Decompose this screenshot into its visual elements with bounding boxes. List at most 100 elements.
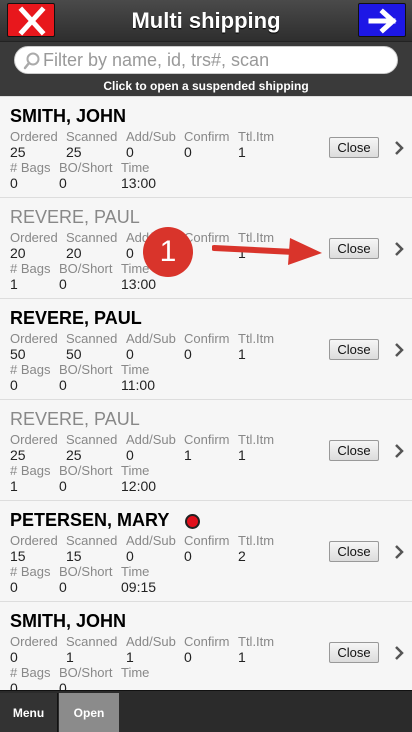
search-icon [23,52,40,70]
time-label: Time [121,362,150,377]
ttlitm-label: Ttl.Itm [238,533,275,548]
subtitle-hint: Click to open a suspended shipping [0,78,412,96]
addsub-value: 0 [126,144,134,160]
confirm-value: 0 [184,346,192,362]
bags-label: # Bags [10,665,51,680]
customer-name: SMITH, JOHN [10,106,127,126]
close-shipment-button[interactable]: Close [329,440,379,461]
next-button[interactable] [358,3,406,37]
ordered-value: 0 [10,649,18,665]
addsub-label: Add/Sub [126,331,176,346]
bags-label: # Bags [10,160,51,175]
ordered-label: Ordered [10,230,58,245]
chevron-right-icon[interactable] [393,543,405,561]
cancel-button[interactable] [7,3,55,37]
addsub-label: Add/Sub [126,533,176,548]
ttlitm-label: Ttl.Itm [238,129,275,144]
ordered-label: Ordered [10,634,58,649]
alert-flag-icon [185,514,200,529]
annotation-marker: 1 [143,227,193,277]
scanned-value: 50 [66,346,82,362]
addsub-value: 1 [126,649,134,665]
search-bar [0,42,412,78]
bottom-nav: Menu Open [0,690,412,732]
ordered-value: 50 [10,346,26,362]
shipment-row[interactable]: REVERE, PAUL Ordered 25 Scanned 25 Add/Sub 0 Co… [0,399,412,500]
addsub-label: Add/Sub [126,432,176,447]
boshort-label: BO/Short [59,665,113,680]
search-box[interactable] [14,46,398,74]
bags-label: # Bags [10,362,51,377]
time-label: Time [121,160,150,175]
scanned-value: 15 [66,548,82,564]
ttlitm-value: 1 [238,144,246,160]
shipment-row[interactable]: REVERE, PAULOrdered20Scanned20Add/Sub0Co… [0,197,412,298]
ttlitm-value: 1 [238,649,246,665]
scanned-label: Scanned [66,634,118,649]
chevron-right-icon[interactable] [393,644,405,662]
customer-name: REVERE, PAUL [10,308,142,328]
confirm-label: Confirm [184,432,230,447]
boshort-value: 0 [59,579,67,595]
boshort-label: BO/Short [59,463,113,478]
chevron-right-icon[interactable] [393,240,405,258]
scanned-value: 20 [66,245,82,261]
top-bar: Multi shipping [0,0,412,42]
ordered-value: 20 [10,245,26,261]
scanned-label: Scanned [66,129,118,144]
shipment-row[interactable]: SMITH, JOHN Ordered 0 Scanned 1 Add/Sub 1 Confi… [0,601,412,690]
scanned-value: 25 [66,447,82,463]
bags-label: # Bags [10,564,51,579]
addsub-label: Add/Sub [126,129,176,144]
close-icon [18,6,46,36]
shipment-row[interactable]: REVERE, PAUL Ordered 50 Scanned 50 Add/Sub 0 Co… [0,298,412,399]
boshort-label: BO/Short [59,160,113,175]
ordered-value: 15 [10,548,26,564]
time-value: 13:00 [121,175,157,191]
customer-name: PETERSEN, MARY [10,510,170,530]
bags-value: 1 [10,276,18,292]
boshort-label: BO/Short [59,564,113,579]
confirm-value: 1 [184,447,192,463]
addsub-value: 0 [126,447,134,463]
bags-value: 0 [10,175,18,191]
close-shipment-button[interactable]: Close [329,238,379,259]
close-shipment-button[interactable]: Close [329,642,379,663]
ttlitm-label: Ttl.Itm [238,331,275,346]
chevron-right-icon[interactable] [393,442,405,460]
close-shipment-button[interactable]: Close [329,541,379,562]
customer-name: SMITH, JOHN [10,611,127,631]
scanned-label: Scanned [66,230,118,245]
chevron-right-icon[interactable] [393,139,405,157]
confirm-value: 0 [184,649,192,665]
confirm-label: Confirm [184,634,230,649]
confirm-label: Confirm [184,331,230,346]
customer-name: REVERE, PAUL [10,207,140,227]
chevron-right-icon[interactable] [393,341,405,359]
scanned-label: Scanned [66,331,118,346]
shipment-row[interactable]: PETERSEN, MARY Ordered 15 Scanned 15 Add/Sub 0… [0,500,412,601]
close-shipment-button[interactable]: Close [329,339,379,360]
shipment-list: SMITH, JOHN Ordered 25 Scanned 25 Add/Sub 0 Con… [0,96,412,690]
time-value: 11:00 [121,377,155,393]
confirm-value: 0 [184,548,192,564]
ordered-label: Ordered [10,533,58,548]
tab-open[interactable]: Open [59,693,119,732]
bags-value: 0 [10,579,18,595]
scanned-label: Scanned [66,533,118,548]
ttlitm-value: 1 [238,447,246,463]
tab-menu[interactable]: Menu [0,693,58,732]
confirm-value: 0 [184,144,192,160]
page-title: Multi shipping [131,8,281,33]
boshort-value: 0 [59,478,67,494]
search-input[interactable] [43,47,383,73]
bags-value: 1 [10,478,18,494]
boshort-value: 0 [59,175,67,191]
close-shipment-button[interactable]: Close [329,137,379,158]
boshort-label: BO/Short [59,261,113,276]
shipment-row[interactable]: SMITH, JOHN Ordered 25 Scanned 25 Add/Sub 0 Con… [0,96,412,197]
addsub-value: 0 [126,346,134,362]
annotation-arrow [212,238,322,265]
ordered-label: Ordered [10,432,58,447]
bags-label: # Bags [10,261,51,276]
